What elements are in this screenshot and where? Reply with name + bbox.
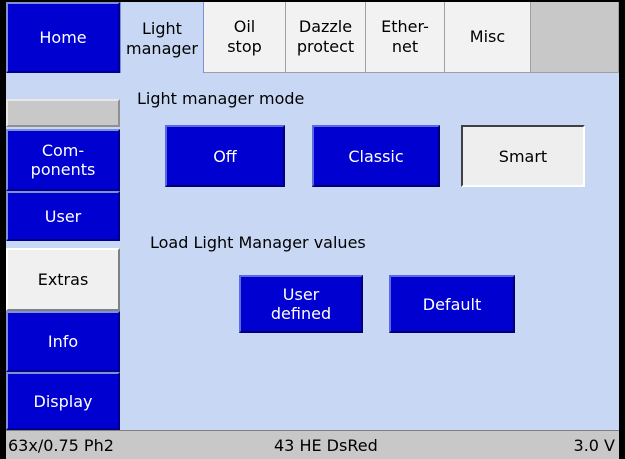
button-label: Off xyxy=(213,146,237,166)
mode-classic-button[interactable]: Classic xyxy=(312,125,440,187)
sidebar-item-extras[interactable]: Extras xyxy=(6,248,120,311)
sidebar-item-home[interactable]: Home xyxy=(6,2,120,73)
tab-ethernet[interactable]: Ether- net xyxy=(366,2,445,73)
tab-label: Light manager xyxy=(126,19,198,58)
sidebar-item-info[interactable]: Info xyxy=(6,311,120,372)
button-label: Classic xyxy=(348,146,404,166)
button-label: Smart xyxy=(498,146,548,166)
button-label: Default xyxy=(422,294,482,314)
user-defined-button[interactable]: User defined xyxy=(239,275,363,333)
tab-bar: Light manager Oil stop Dazzle protect Et… xyxy=(120,2,619,76)
sidebar: Home Com- ponents User Extras Info Displ… xyxy=(6,2,120,430)
tab-empty xyxy=(531,2,619,73)
load-values-label: Load Light Manager values xyxy=(150,233,366,252)
button-label: User defined xyxy=(270,285,332,323)
voltage-status: 3.0 V xyxy=(573,436,615,455)
mode-off-button[interactable]: Off xyxy=(165,125,285,187)
sidebar-item-components[interactable]: Com- ponents xyxy=(6,129,120,191)
tab-label: Oil stop xyxy=(227,17,262,56)
sidebar-item-label: User xyxy=(44,206,82,226)
mode-label: Light manager mode xyxy=(137,89,305,108)
status-bar: 63x/0.75 Ph2 43 HE DsRed 3.0 V xyxy=(6,430,619,459)
sidebar-item-label: Com- ponents xyxy=(30,141,96,179)
filter-status: 43 HE DsRed xyxy=(274,436,378,455)
tab-misc[interactable]: Misc xyxy=(445,2,531,73)
sidebar-item-label: Info xyxy=(47,332,79,351)
sidebar-item-label: Display xyxy=(33,391,93,411)
default-button[interactable]: Default xyxy=(389,275,515,333)
sidebar-item-user[interactable]: User xyxy=(6,191,120,241)
sidebar-item-label: Extras xyxy=(37,270,89,289)
sidebar-item-label: Home xyxy=(39,28,87,47)
tab-label: Dazzle protect xyxy=(296,17,355,56)
objective-status: 63x/0.75 Ph2 xyxy=(8,436,114,455)
screen: Home Com- ponents User Extras Info Displ… xyxy=(6,2,619,459)
tab-label: Ether- net xyxy=(381,17,429,56)
light-manager-panel: Light manager mode Off Classic Smart Loa… xyxy=(120,73,619,430)
tab-oil-stop[interactable]: Oil stop xyxy=(204,2,286,73)
tab-light-manager[interactable]: Light manager xyxy=(120,2,204,76)
tab-dazzle-protect[interactable]: Dazzle protect xyxy=(286,2,366,73)
tab-label: Misc xyxy=(469,27,506,46)
sidebar-item-blank xyxy=(6,99,120,127)
mode-smart-button[interactable]: Smart xyxy=(461,125,585,187)
sidebar-item-display[interactable]: Display xyxy=(6,372,120,430)
